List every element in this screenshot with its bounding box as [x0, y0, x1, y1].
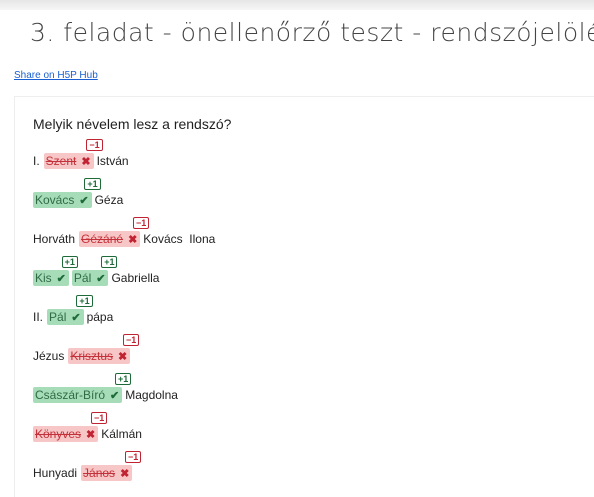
wrong-answer-chip[interactable]: János ✖ −1 — [81, 451, 142, 481]
check-icon: ✔ — [56, 272, 66, 285]
wrong-answer-chip[interactable]: Krisztus ✖ −1 — [68, 334, 140, 364]
cross-icon: ✖ — [81, 155, 91, 168]
answer-word: Kis — [35, 271, 52, 285]
correct-answer-chip[interactable]: Császár-Bíró ✔ +1 — [33, 373, 132, 403]
row-suffix-text: István — [96, 154, 129, 168]
answer-word: Pál — [73, 271, 92, 285]
row-suffix-text: Gabriella — [111, 271, 160, 285]
wrong-answer-chip[interactable]: Gézáné ✖ −1 — [79, 217, 150, 247]
score-badge: −1 — [90, 412, 108, 424]
score-badge: −1 — [133, 217, 150, 229]
answer-row: II. Pál ✔ +1 pápa — [33, 295, 117, 325]
answer-row: Hunyadi János ✖ −1 — [33, 451, 142, 481]
answer-row: I. Szent ✖ −1 István — [33, 139, 133, 169]
correct-answer-chip[interactable]: Kovács ✔ +1 — [33, 178, 101, 208]
correct-answer-chip[interactable]: Pál ✔ +1 — [47, 295, 93, 325]
check-icon: ✔ — [96, 272, 106, 285]
check-icon: ✔ — [110, 389, 120, 402]
answer-word: Pál — [49, 310, 67, 324]
score-badge: −1 — [86, 139, 103, 151]
row-suffix-text: pápa — [86, 310, 114, 324]
cross-icon: ✖ — [86, 428, 96, 441]
answer-row: Kovács ✔ +1 Géza — [33, 178, 127, 208]
row-suffix-text: Géza — [94, 193, 124, 207]
answer-word: Kovács — [35, 193, 75, 207]
top-bar — [0, 0, 594, 10]
row-suffix-text: Kovács Ilona — [143, 232, 216, 246]
answer-row: Császár-Bíró ✔ +1 Magdolna — [33, 373, 182, 403]
row-prefix-text: Hunyadi — [33, 466, 78, 480]
answer-word: Császár-Bíró — [35, 388, 106, 402]
score-badge: +1 — [84, 178, 101, 190]
cross-icon: ✖ — [120, 467, 130, 480]
score-badge: −1 — [123, 334, 140, 346]
row-prefix-text: I. — [33, 154, 40, 168]
row-suffix-text: Kálmán — [101, 427, 142, 441]
score-badge: +1 — [101, 256, 118, 268]
page-title: 3. feladat - önellenőrző teszt - rendszó… — [30, 18, 594, 47]
answer-row: Könyves ✖ −1 Kálmán — [33, 412, 146, 442]
row-prefix-text: II. — [33, 310, 44, 324]
answer-row: Jézus Krisztus ✖ −1 — [33, 334, 140, 364]
check-icon: ✔ — [79, 194, 89, 207]
wrong-answer-chip[interactable]: Szent ✖ −1 — [43, 139, 103, 169]
answer-word: Gézáné — [81, 232, 124, 246]
share-on-h5p-hub-link[interactable]: Share on H5P Hub — [14, 70, 98, 81]
answer-word: Szent — [45, 154, 77, 168]
answer-word: Könyves — [35, 427, 82, 441]
score-badge: +1 — [114, 373, 132, 385]
row-prefix-text: Horváth — [33, 232, 76, 246]
row-suffix-text: Magdolna — [125, 388, 178, 402]
row-prefix-text: Jézus — [33, 349, 65, 363]
cross-icon: ✖ — [118, 350, 128, 363]
score-badge: −1 — [125, 451, 142, 463]
question-text: Melyik névelem lesz a rendszó? — [33, 116, 232, 132]
cross-icon: ✖ — [128, 233, 138, 246]
wrong-answer-chip[interactable]: Könyves ✖ −1 — [33, 412, 108, 442]
correct-answer-chip[interactable]: Pál ✔ +1 — [71, 256, 118, 286]
score-badge: +1 — [61, 256, 78, 268]
score-badge: +1 — [76, 295, 93, 307]
check-icon: ✔ — [71, 311, 81, 324]
answer-word: Krisztus — [70, 349, 114, 363]
answer-row: Kis ✔ +1 Pál ✔ +1 Gabriella — [33, 256, 163, 286]
answer-word: János — [83, 466, 116, 480]
correct-answer-chip[interactable]: Kis ✔ +1 — [33, 256, 78, 286]
answer-row: Horváth Gézáné ✖ −1 Kovács Ilona — [33, 217, 219, 247]
